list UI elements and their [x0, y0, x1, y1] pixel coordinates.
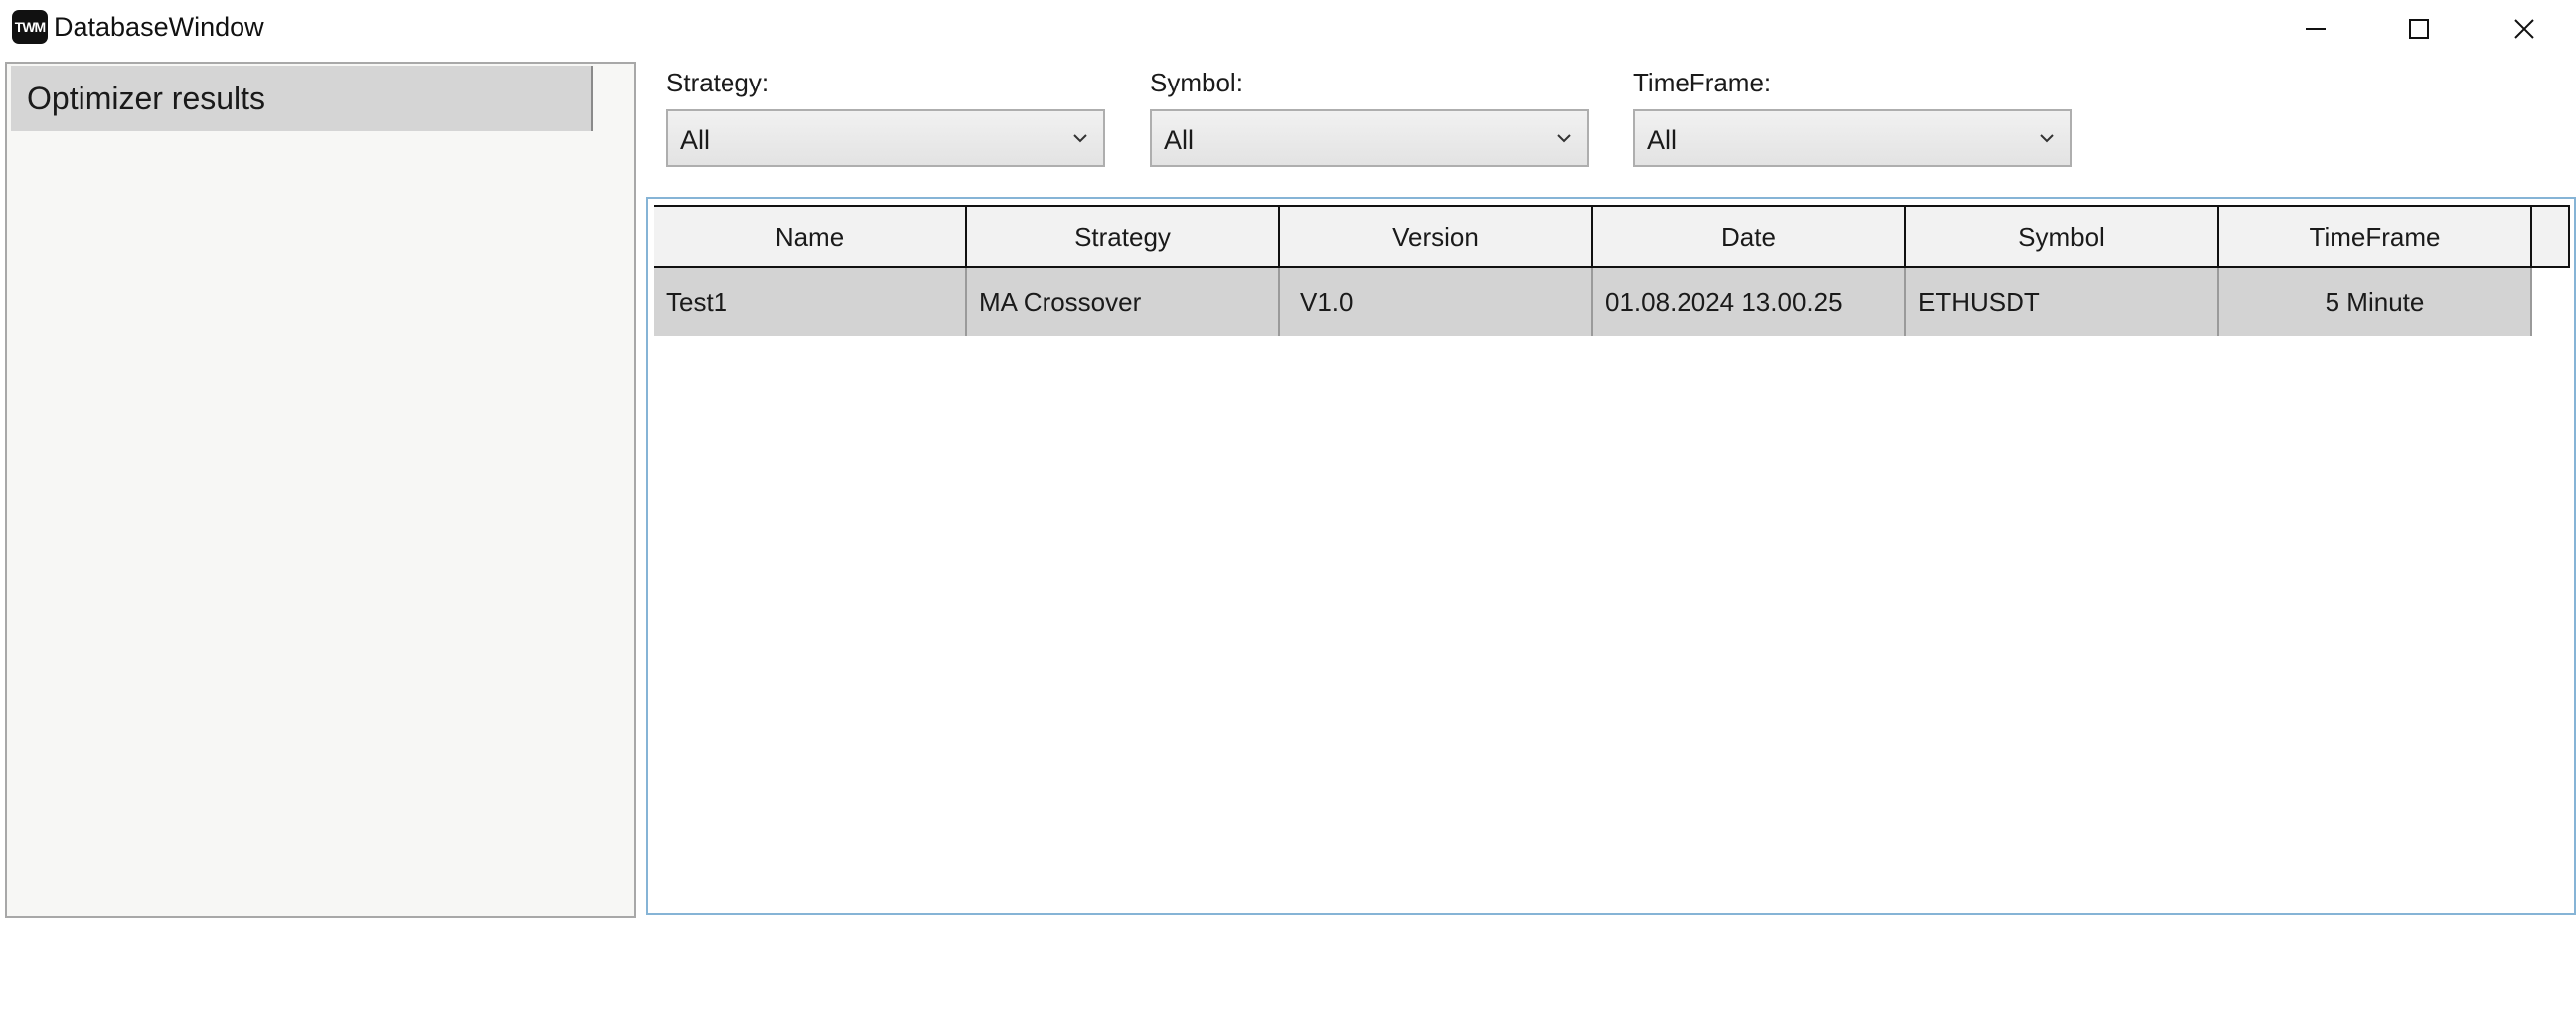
- cell-date: 01.08.2024 13.00.25: [1593, 268, 1906, 336]
- column-header-version[interactable]: Version: [1280, 207, 1593, 266]
- timeframe-filter-value: All: [1647, 125, 1678, 155]
- maximize-button[interactable]: [2367, 0, 2471, 58]
- timeframe-filter-label: TimeFrame:: [1633, 68, 1772, 97]
- results-data-grid[interactable]: Name Strategy Version Date Symbol TimeFr…: [646, 197, 2576, 915]
- cell-name: Test1: [654, 268, 967, 336]
- strategy-filter-label: Strategy:: [666, 68, 770, 97]
- cell-version: V1.0: [1280, 268, 1593, 336]
- minimize-icon: [2306, 28, 2326, 30]
- app-logo-icon: TWM: [12, 10, 48, 44]
- minimize-button[interactable]: [2264, 0, 2367, 58]
- column-header-filler: [2532, 207, 2570, 266]
- strategy-filter-dropdown[interactable]: All: [666, 109, 1105, 167]
- column-header-strategy[interactable]: Strategy: [967, 207, 1280, 266]
- window-title: DatabaseWindow: [54, 12, 264, 42]
- column-header-timeframe[interactable]: TimeFrame: [2219, 207, 2532, 266]
- column-header-name[interactable]: Name: [654, 207, 967, 266]
- symbol-filter-dropdown[interactable]: All: [1150, 109, 1589, 167]
- strategy-filter-value: All: [680, 125, 711, 155]
- cell-symbol: ETHUSDT: [1906, 268, 2219, 336]
- timeframe-filter-dropdown[interactable]: All: [1633, 109, 2072, 167]
- title-bar: TWM DatabaseWindow: [0, 0, 2576, 58]
- maximize-icon: [2409, 19, 2429, 39]
- chevron-down-icon: [1557, 134, 1571, 143]
- close-icon: [2514, 19, 2534, 39]
- symbol-filter-label: Symbol:: [1150, 68, 1243, 97]
- column-header-symbol[interactable]: Symbol: [1906, 207, 2219, 266]
- table-row[interactable]: Test1 MA Crossover V1.0 01.08.2024 13.00…: [654, 268, 2532, 336]
- nav-item-optimizer-results[interactable]: Optimizer results: [11, 66, 593, 131]
- symbol-filter-value: All: [1164, 125, 1195, 155]
- chevron-down-icon: [2040, 134, 2054, 143]
- column-header-date[interactable]: Date: [1593, 207, 1906, 266]
- left-nav-panel: Optimizer results: [5, 62, 636, 918]
- chevron-down-icon: [1073, 134, 1087, 143]
- cell-strategy: MA Crossover: [967, 268, 1280, 336]
- cell-timeframe: 5 Minute: [2219, 268, 2532, 336]
- grid-header: Name Strategy Version Date Symbol TimeFr…: [654, 205, 2570, 268]
- close-button[interactable]: [2473, 0, 2576, 58]
